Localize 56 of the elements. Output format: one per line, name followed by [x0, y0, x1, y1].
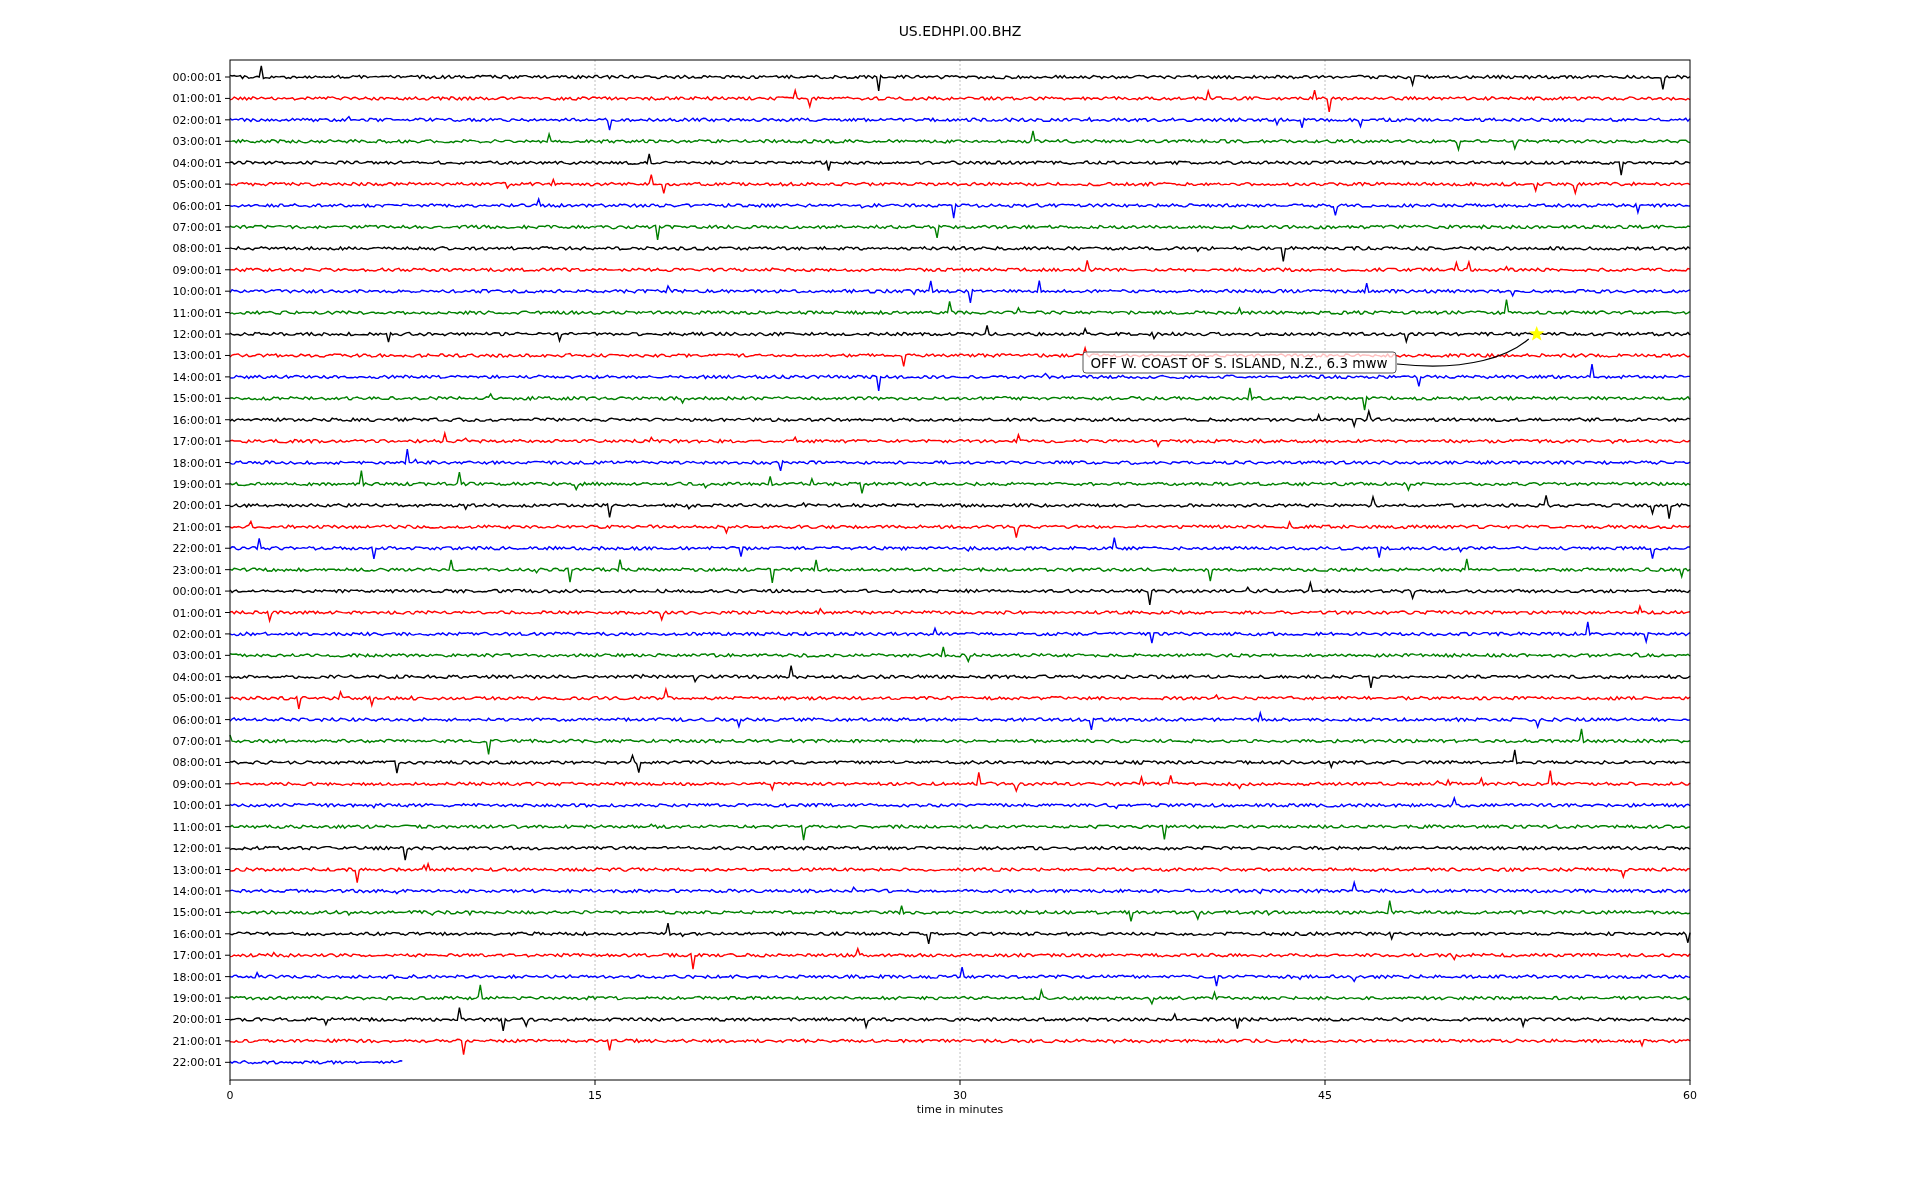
y-tick-label: 05:00:01	[172, 692, 222, 706]
y-tick-label: 04:00:01	[172, 156, 222, 170]
y-tick-label: 16:00:01	[172, 927, 222, 941]
plot-title: US.EDHPI.00.BHZ	[898, 23, 1022, 39]
x-tick-label: 0	[226, 1089, 234, 1102]
y-tick-label: 15:00:01	[172, 906, 222, 920]
y-tick-label: 02:00:01	[172, 627, 222, 641]
annotation-label: OFF W. COAST OF S. ISLAND, N.Z., 6.3 mww	[1082, 351, 1397, 374]
y-tick-label: 04:00:01	[172, 670, 222, 684]
y-tick-label: 00:00:01	[172, 585, 222, 599]
y-tick-label: 10:00:01	[172, 799, 222, 813]
y-tick-label: 05:00:01	[172, 178, 222, 192]
y-tick-label: 03:00:01	[172, 135, 222, 149]
y-tick-label: 16:00:01	[172, 413, 222, 427]
y-tick-label: 22:00:01	[172, 1056, 222, 1070]
y-tick-label: 00:00:01	[172, 71, 222, 84]
y-tick-label: 22:00:01	[172, 542, 222, 556]
x-axis-label: time in minutes	[916, 1103, 1004, 1116]
y-tick-label: 13:00:01	[172, 863, 222, 877]
y-tick-label: 03:00:01	[172, 649, 222, 663]
y-tick-label: 06:00:01	[172, 713, 222, 727]
y-tick-label: 21:00:01	[172, 1034, 222, 1048]
y-tick-label: 14:00:01	[172, 370, 222, 384]
y-tick-label: 09:00:01	[172, 263, 222, 277]
y-tick-label: 17:00:01	[172, 949, 222, 963]
y-tick-label: 15:00:01	[172, 392, 222, 406]
y-tick-label: 18:00:01	[172, 970, 222, 984]
x-tick-label: 30	[953, 1089, 967, 1102]
y-tick-label: 20:00:01	[172, 1013, 222, 1027]
y-tick-label: 20:00:01	[172, 499, 222, 513]
y-tick-label: 07:00:01	[172, 220, 222, 234]
y-tick-label: 11:00:01	[172, 306, 222, 320]
y-tick-label: 19:00:01	[172, 992, 222, 1006]
x-tick-label: 15	[588, 1089, 602, 1102]
y-tick-label: 01:00:01	[172, 92, 222, 106]
y-tick-label: 12:00:01	[172, 328, 222, 342]
y-tick-label: 23:00:01	[172, 563, 222, 577]
y-tick-label: 07:00:01	[172, 735, 222, 748]
y-tick-label: 02:00:01	[172, 113, 222, 127]
y-tick-label: 10:00:01	[172, 285, 222, 299]
y-tick-label: 19:00:01	[172, 478, 222, 491]
y-tick-label: 13:00:01	[172, 349, 222, 363]
y-tick-label: 18:00:01	[172, 456, 222, 470]
y-tick-label: 08:00:01	[172, 756, 222, 770]
y-tick-label: 17:00:01	[172, 435, 222, 449]
y-tick-label: 12:00:01	[172, 842, 222, 856]
y-tick-label: 09:00:01	[172, 777, 222, 791]
y-tick-label: 01:00:01	[172, 606, 222, 620]
y-tick-label: 21:00:01	[172, 520, 222, 534]
x-tick-label: 45	[1318, 1089, 1332, 1102]
x-tick-label: 60	[1683, 1089, 1697, 1102]
y-tick-label: 06:00:01	[172, 199, 222, 213]
y-tick-label: 08:00:01	[172, 242, 222, 256]
y-tick-label: 14:00:01	[172, 884, 222, 898]
y-tick-label: 11:00:01	[172, 820, 222, 834]
star-icon	[1529, 326, 1545, 341]
